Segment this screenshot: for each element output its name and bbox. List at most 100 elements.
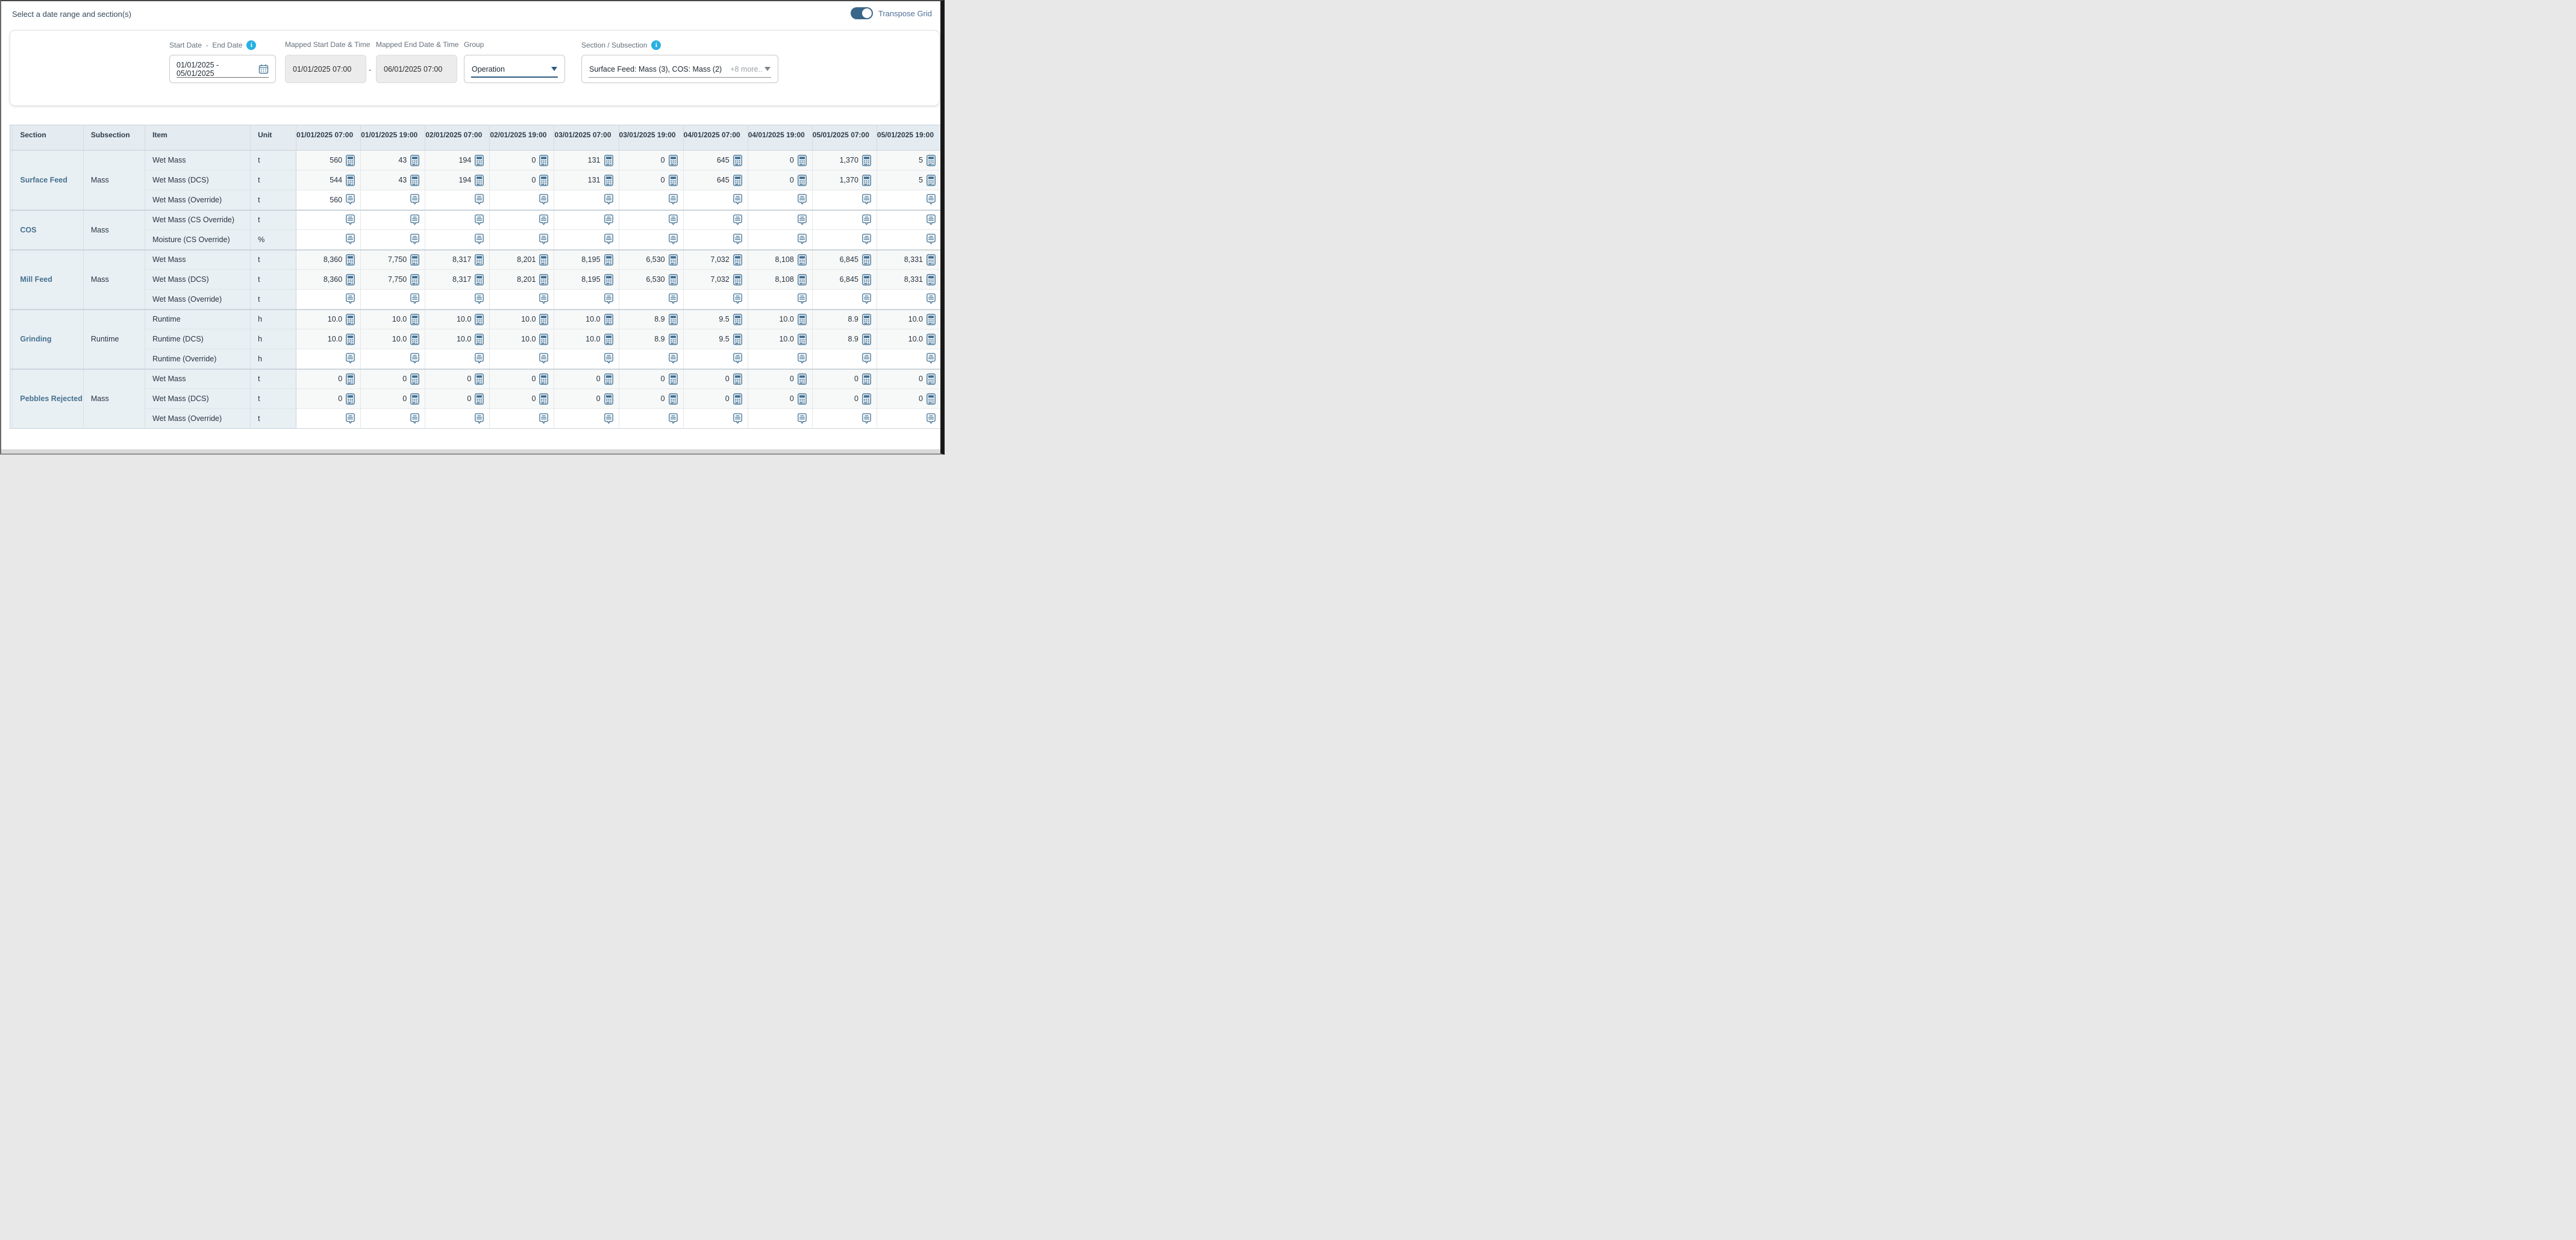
- value-cell[interactable]: 5: [877, 151, 941, 170]
- comment-icon[interactable]: [733, 214, 742, 226]
- value-cell[interactable]: 131: [554, 170, 619, 190]
- value-cell[interactable]: 7,032: [683, 250, 748, 270]
- value-cell[interactable]: 6,530: [619, 250, 683, 270]
- value-cell[interactable]: [425, 290, 490, 310]
- comment-icon[interactable]: [798, 293, 807, 305]
- calculator-icon[interactable]: [669, 254, 678, 266]
- comment-icon[interactable]: [862, 293, 871, 305]
- comment-icon[interactable]: [798, 353, 807, 364]
- value-cell[interactable]: 0: [361, 369, 425, 389]
- value-cell[interactable]: 0: [812, 389, 877, 409]
- calculator-icon[interactable]: [927, 254, 936, 266]
- comment-icon[interactable]: [539, 234, 548, 245]
- value-cell[interactable]: 0: [683, 389, 748, 409]
- comment-icon[interactable]: [798, 194, 807, 205]
- calculator-icon[interactable]: [927, 314, 936, 325]
- calculator-icon[interactable]: [410, 373, 419, 385]
- value-cell[interactable]: [877, 290, 941, 310]
- comment-icon[interactable]: [475, 413, 484, 425]
- value-cell[interactable]: [296, 349, 361, 369]
- calculator-icon[interactable]: [475, 155, 484, 166]
- value-cell[interactable]: 8,195: [554, 250, 619, 270]
- comment-icon[interactable]: [539, 353, 548, 364]
- value-cell[interactable]: 0: [748, 151, 812, 170]
- value-cell[interactable]: 8.9: [812, 329, 877, 349]
- value-cell[interactable]: [877, 409, 941, 429]
- value-cell[interactable]: 560: [296, 151, 361, 170]
- value-cell[interactable]: [296, 210, 361, 230]
- calculator-icon[interactable]: [733, 155, 742, 166]
- value-cell[interactable]: 8.9: [812, 310, 877, 329]
- value-cell[interactable]: 10.0: [748, 329, 812, 349]
- calculator-icon[interactable]: [604, 254, 613, 266]
- calculator-icon[interactable]: [733, 314, 742, 325]
- calculator-icon[interactable]: [733, 274, 742, 285]
- calculator-icon[interactable]: [346, 254, 355, 266]
- calculator-icon[interactable]: [798, 175, 807, 186]
- value-cell[interactable]: [425, 190, 490, 210]
- calculator-icon[interactable]: [539, 393, 548, 405]
- value-cell[interactable]: [748, 190, 812, 210]
- value-cell[interactable]: [877, 230, 941, 250]
- comment-icon[interactable]: [475, 234, 484, 245]
- value-cell[interactable]: [490, 230, 554, 250]
- comment-icon[interactable]: [604, 234, 613, 245]
- comment-icon[interactable]: [669, 214, 678, 226]
- calculator-icon[interactable]: [862, 254, 871, 266]
- comment-icon[interactable]: [604, 214, 613, 226]
- value-cell[interactable]: 10.0: [425, 329, 490, 349]
- value-cell[interactable]: [425, 230, 490, 250]
- value-cell[interactable]: 8,108: [748, 250, 812, 270]
- comment-icon[interactable]: [604, 353, 613, 364]
- calculator-icon[interactable]: [798, 155, 807, 166]
- value-cell[interactable]: [490, 290, 554, 310]
- value-cell[interactable]: 10.0: [748, 310, 812, 329]
- value-cell[interactable]: 8.9: [619, 310, 683, 329]
- section-subsection-select[interactable]: Surface Feed: Mass (3), COS: Mass (2) +8…: [581, 55, 778, 83]
- calculator-icon[interactable]: [862, 175, 871, 186]
- value-cell[interactable]: 0: [490, 151, 554, 170]
- comment-icon[interactable]: [733, 293, 742, 305]
- value-cell[interactable]: 0: [296, 389, 361, 409]
- calculator-icon[interactable]: [733, 334, 742, 345]
- value-cell[interactable]: [619, 190, 683, 210]
- calculator-icon[interactable]: [539, 254, 548, 266]
- calculator-icon[interactable]: [669, 334, 678, 345]
- value-cell[interactable]: 0: [490, 369, 554, 389]
- value-cell[interactable]: [554, 210, 619, 230]
- value-cell[interactable]: 1,370: [812, 151, 877, 170]
- value-cell[interactable]: 8,317: [425, 250, 490, 270]
- calculator-icon[interactable]: [862, 274, 871, 285]
- calculator-icon[interactable]: [862, 314, 871, 325]
- comment-icon[interactable]: [410, 234, 419, 245]
- value-cell[interactable]: [619, 409, 683, 429]
- calculator-icon[interactable]: [410, 274, 419, 285]
- calculator-icon[interactable]: [475, 254, 484, 266]
- calculator-icon[interactable]: [798, 393, 807, 405]
- value-cell[interactable]: [877, 210, 941, 230]
- calculator-icon[interactable]: [733, 373, 742, 385]
- value-cell[interactable]: [877, 190, 941, 210]
- value-cell[interactable]: [554, 190, 619, 210]
- value-cell[interactable]: 10.0: [554, 310, 619, 329]
- value-cell[interactable]: [748, 349, 812, 369]
- comment-icon[interactable]: [862, 234, 871, 245]
- calculator-icon[interactable]: [604, 373, 613, 385]
- value-cell[interactable]: 9.5: [683, 310, 748, 329]
- calculator-icon[interactable]: [862, 373, 871, 385]
- calculator-icon[interactable]: [475, 334, 484, 345]
- value-cell[interactable]: [619, 230, 683, 250]
- comment-icon[interactable]: [539, 413, 548, 425]
- value-cell[interactable]: 560: [296, 190, 361, 210]
- comment-icon[interactable]: [539, 293, 548, 305]
- calculator-icon[interactable]: [927, 393, 936, 405]
- calculator-icon[interactable]: [604, 393, 613, 405]
- calculator-icon[interactable]: [604, 334, 613, 345]
- comment-icon[interactable]: [346, 234, 355, 245]
- value-cell[interactable]: 8,195: [554, 270, 619, 290]
- value-cell[interactable]: [361, 230, 425, 250]
- value-cell[interactable]: 0: [748, 369, 812, 389]
- value-cell[interactable]: [425, 409, 490, 429]
- calculator-icon[interactable]: [927, 373, 936, 385]
- value-cell[interactable]: 10.0: [877, 310, 941, 329]
